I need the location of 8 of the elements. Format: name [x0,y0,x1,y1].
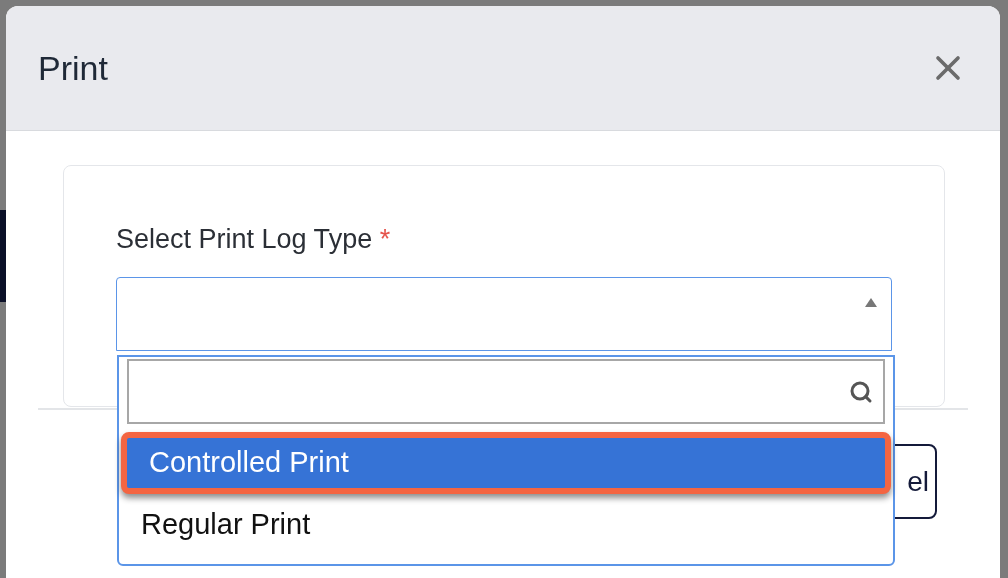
search-icon [849,379,873,404]
dropdown-option[interactable]: Regular Print [119,494,893,556]
select-field[interactable] [116,277,892,351]
caret-icon [865,298,877,307]
dropdown-option[interactable]: Controlled Print [121,432,891,494]
field-label: Select Print Log Type * [116,226,392,253]
search-field[interactable] [127,359,885,424]
dialog-title: Print [38,47,108,89]
